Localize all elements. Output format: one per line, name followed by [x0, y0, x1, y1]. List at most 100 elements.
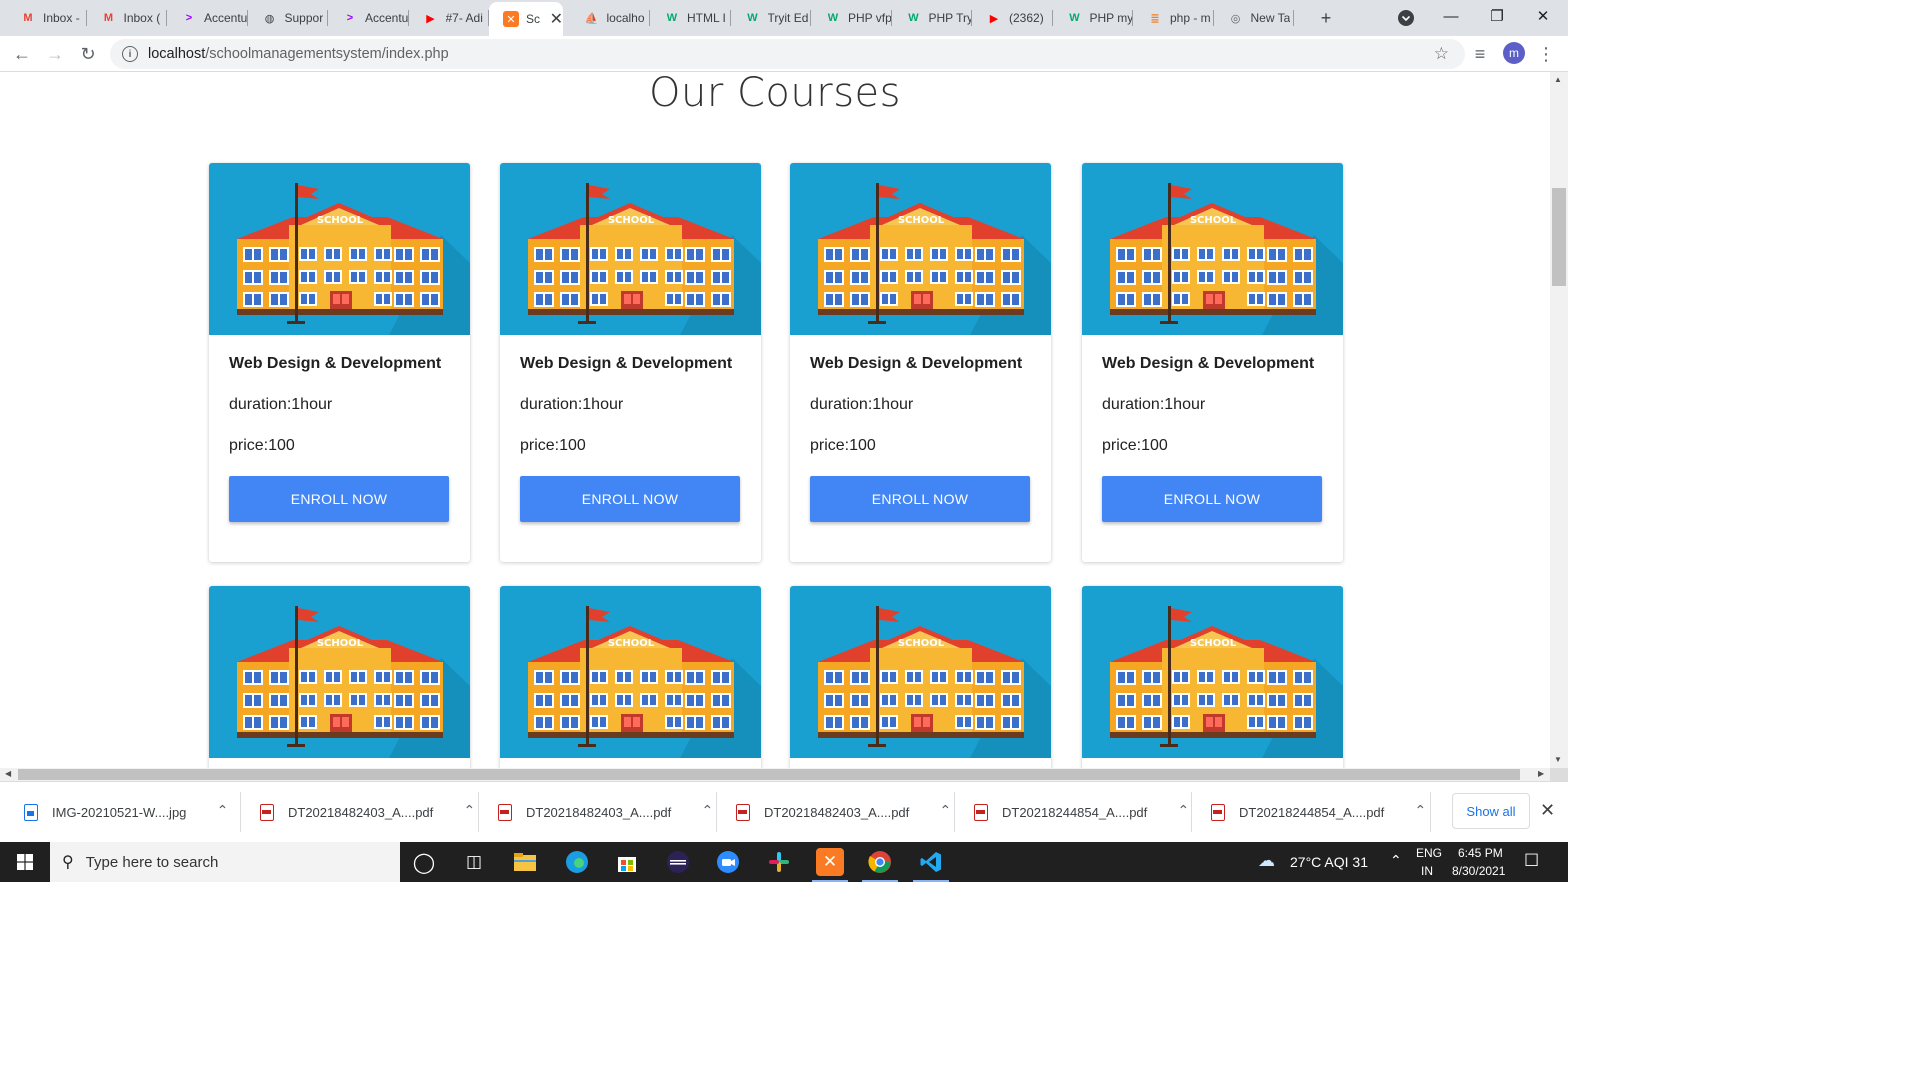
- enroll-now-button[interactable]: ENROLL NOW: [810, 476, 1030, 522]
- window-close-icon[interactable]: ✕: [1520, 0, 1566, 32]
- reading-list-icon[interactable]: ≡: [1466, 40, 1494, 68]
- clock-date[interactable]: 8/30/2021: [1452, 864, 1505, 878]
- tab-title: PHP vfp: [848, 11, 892, 25]
- browser-tab[interactable]: M Inbox -: [6, 4, 87, 32]
- download-item[interactable]: DT20218482403_A....pdf ⌃: [260, 782, 475, 843]
- url-path: /schoolmanagementsystem/index.php: [205, 46, 449, 62]
- restore-icon[interactable]: ❐: [1474, 0, 1520, 32]
- address-bar[interactable]: i localhost/schoolmanagementsystem/index…: [110, 39, 1465, 69]
- browser-tab[interactable]: ◎ New Ta: [1214, 4, 1294, 32]
- show-all-downloads-button[interactable]: Show all: [1452, 793, 1530, 829]
- cortana-icon[interactable]: ◯: [410, 848, 438, 876]
- horizontal-scrollbar[interactable]: ◀ ▶: [0, 768, 1550, 781]
- svg-text:SCHOOL: SCHOOL: [898, 638, 945, 649]
- tab-search-icon[interactable]: [1394, 6, 1418, 30]
- download-item[interactable]: IMG-20210521-W....jpg ⌃: [24, 782, 228, 843]
- horizontal-scroll-thumb[interactable]: [18, 769, 1520, 780]
- zoom-icon[interactable]: [714, 848, 742, 876]
- reload-icon[interactable]: ↻: [74, 40, 102, 68]
- bookmark-star-icon[interactable]: ☆: [1434, 44, 1449, 64]
- download-options-caret-icon[interactable]: ⌃: [940, 802, 952, 819]
- course-title: Web Design & Development: [810, 355, 1023, 372]
- file-explorer-icon[interactable]: [511, 848, 539, 876]
- profile-avatar[interactable]: m: [1503, 42, 1525, 64]
- browser-tab[interactable]: W PHP my: [1053, 4, 1134, 32]
- store-icon[interactable]: [613, 848, 641, 876]
- weather-cloud-icon[interactable]: ☁: [1258, 851, 1275, 871]
- menu-dots-icon[interactable]: ⋮: [1532, 40, 1560, 68]
- weather-readout[interactable]: 27°C AQI 31: [1290, 854, 1368, 870]
- browser-tab[interactable]: ▶ #7- Adi: [409, 4, 489, 32]
- browser-tab[interactable]: ≣ php - m: [1133, 4, 1214, 32]
- enroll-now-button[interactable]: ENROLL NOW: [520, 476, 740, 522]
- download-options-caret-icon[interactable]: ⌃: [217, 802, 229, 819]
- chrome-icon: ◎: [1230, 12, 1241, 25]
- region-indicator[interactable]: IN: [1421, 864, 1433, 878]
- vertical-scroll-thumb[interactable]: [1552, 188, 1566, 286]
- browser-tab[interactable]: > Accentu: [328, 4, 409, 32]
- download-item[interactable]: DT20218482403_A....pdf ⌃: [736, 782, 951, 843]
- browser-tab[interactable]: W PHP Try: [892, 4, 972, 32]
- globe-icon: ◍: [264, 12, 275, 25]
- browser-toolbar: ← → ↻ i localhost/schoolmanagementsystem…: [0, 36, 1568, 72]
- w3schools-icon: W: [827, 12, 839, 24]
- download-item[interactable]: DT20218244854_A....pdf ⌃: [1211, 782, 1426, 843]
- browser-tab[interactable]: W Tryit Ed: [731, 4, 811, 32]
- accenture-icon: >: [185, 12, 193, 24]
- back-icon[interactable]: ←: [8, 40, 36, 68]
- scroll-up-arrow-icon[interactable]: ▲: [1554, 75, 1562, 84]
- download-filename: DT20218482403_A....pdf: [526, 805, 672, 820]
- tab-title: #7- Adi: [445, 11, 483, 25]
- download-item[interactable]: DT20218244854_A....pdf ⌃: [974, 782, 1189, 843]
- forward-icon[interactable]: →: [41, 40, 69, 68]
- minimize-icon[interactable]: —: [1428, 0, 1474, 32]
- enroll-now-button[interactable]: ENROLL NOW: [229, 476, 449, 522]
- xampp-icon[interactable]: ✕: [816, 848, 844, 876]
- taskbar-search-placeholder: Type here to search: [85, 853, 219, 871]
- scroll-down-arrow-icon[interactable]: ▼: [1554, 755, 1562, 764]
- close-tab-icon[interactable]: ✕: [550, 9, 563, 29]
- course-duration: duration:1hour: [520, 396, 624, 413]
- download-item[interactable]: DT20218482403_A....pdf ⌃: [498, 782, 713, 843]
- browser-tab[interactable]: ⛵ localho: [570, 4, 650, 32]
- chrome-icon[interactable]: [866, 848, 894, 876]
- school-building-image: SCHOOL: [790, 586, 1051, 758]
- download-options-caret-icon[interactable]: ⌃: [464, 802, 476, 819]
- language-indicator[interactable]: ENG: [1416, 846, 1442, 860]
- browser-tab[interactable]: W PHP vfp: [811, 4, 892, 32]
- notification-icon[interactable]: ☐: [1524, 851, 1539, 871]
- task-view-icon[interactable]: ◫: [460, 848, 488, 876]
- pdf-file-icon: [498, 804, 512, 821]
- eclipse-icon[interactable]: [664, 848, 692, 876]
- browser-tab[interactable]: ▶ (2362): [972, 4, 1053, 32]
- browser-tab[interactable]: ◍ Suppor: [248, 4, 328, 32]
- school-building-image: SCHOOL: [790, 163, 1051, 335]
- tab-title: PHP my: [1089, 11, 1134, 25]
- download-options-caret-icon[interactable]: ⌃: [1178, 802, 1190, 819]
- close-download-shelf-icon[interactable]: ✕: [1540, 800, 1555, 821]
- browser-tab[interactable]: W HTML I: [650, 4, 731, 32]
- windows-start-icon[interactable]: [0, 842, 50, 882]
- browser-tab[interactable]: ✕ Sch ✕: [489, 2, 563, 36]
- download-options-caret-icon[interactable]: ⌃: [702, 802, 714, 819]
- edge-icon[interactable]: [563, 848, 591, 876]
- course-card: SCHOOL Web Design & Development duration:…: [790, 163, 1051, 562]
- scroll-left-arrow-icon[interactable]: ◀: [5, 769, 11, 778]
- scroll-right-arrow-icon[interactable]: ▶: [1538, 769, 1544, 778]
- browser-tab[interactable]: M Inbox (: [87, 4, 167, 32]
- vertical-scrollbar[interactable]: ▲ ▼: [1550, 72, 1568, 768]
- course-card: SCHOOL: [500, 586, 761, 768]
- show-hidden-icons-icon[interactable]: ⌃: [1390, 852, 1402, 869]
- new-tab-button[interactable]: +: [1314, 6, 1338, 30]
- browser-tab[interactable]: > Accentu: [167, 4, 248, 32]
- vscode-icon[interactable]: [917, 848, 945, 876]
- w3schools-icon: W: [1069, 12, 1080, 24]
- enroll-now-button[interactable]: ENROLL NOW: [1102, 476, 1322, 522]
- download-options-caret-icon[interactable]: ⌃: [1415, 802, 1427, 819]
- site-info-icon[interactable]: i: [122, 46, 138, 62]
- clock-time[interactable]: 6:45 PM: [1458, 846, 1503, 860]
- taskbar-search-box[interactable]: ⚲ Type here to search: [50, 842, 400, 882]
- svg-text:SCHOOL: SCHOOL: [317, 638, 364, 649]
- slack-icon[interactable]: [765, 848, 793, 876]
- scrollbar-corner: [1550, 768, 1568, 781]
